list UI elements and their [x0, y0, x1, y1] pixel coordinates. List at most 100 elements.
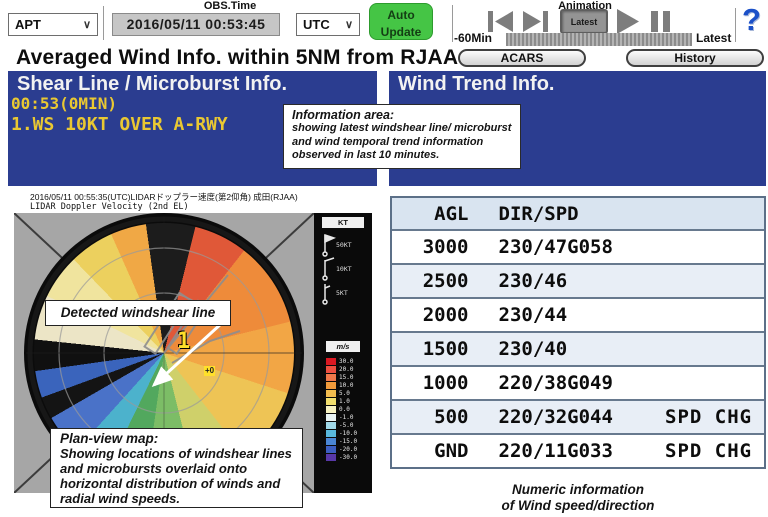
dirspd-value: 230/40 — [499, 338, 666, 360]
site-select-value: APT — [15, 17, 41, 32]
chevron-down-icon: ∨ — [83, 18, 91, 31]
lidar-caption-en: LIDAR Doppler Velocity (2nd EL) — [30, 202, 189, 212]
help-icon[interactable]: ? — [742, 2, 761, 38]
page-title: Averaged Wind Info. within 5NM from RJAA — [16, 46, 458, 70]
agl-value: GND — [392, 440, 469, 462]
barb-legend-item: 5KT — [320, 281, 370, 305]
colorbar-entry: -5.0 — [326, 421, 357, 429]
table-row: 1000 220/38G049 — [392, 365, 764, 399]
info-callout-title: Information area: — [292, 108, 512, 122]
acars-button[interactable]: ACARS — [458, 49, 586, 67]
colorbar-entry: 1.0 — [326, 397, 357, 405]
pause-icon — [651, 11, 670, 32]
planview-callout-line: and microbursts overlaid onto — [60, 461, 293, 476]
play-icon — [617, 9, 639, 34]
change-note: SPD CHG — [665, 406, 764, 428]
table-row: 3000 230/47G058 — [392, 229, 764, 263]
shear-panel-title: Shear Line / Microburst Info. — [17, 73, 287, 96]
dirspd-value: 230/46 — [499, 270, 666, 292]
dirspd-value: 220/38G049 — [499, 372, 666, 394]
table-header-row: AGL DIR/SPD — [392, 198, 764, 229]
change-note: SPD CHG — [665, 440, 764, 462]
shear-alert-text: 1.WS 10KT OVER A-RWY — [11, 114, 228, 135]
dirspd-header: DIR/SPD — [499, 203, 666, 225]
planview-callout-line: Showing locations of windshear lines — [60, 446, 293, 461]
windshear-line-marker: 1 — [177, 329, 190, 354]
barb-legend-items: 50KT10KT5KT — [320, 233, 370, 305]
windshear-callout: Detected windshear line — [45, 300, 231, 326]
obs-time-field[interactable]: 2016/05/11 00:53:45 — [112, 13, 280, 36]
colorbar-entry: 10.0 — [326, 381, 357, 389]
table-row: 2000 230/44 — [392, 297, 764, 331]
agl-value: 500 — [392, 406, 469, 428]
colorbar-entry: -10.0 — [326, 429, 357, 437]
planview-callout: Plan-view map: Showing locations of wind… — [50, 428, 303, 508]
table-caption-line: of Wind speed/direction — [390, 498, 766, 514]
wind-trend-table: AGL DIR/SPD 3000 230/47G058 2500 230/46 … — [390, 196, 766, 469]
auto-update-button[interactable]: Auto Update — [369, 3, 433, 40]
wind-barb-icon — [320, 233, 336, 257]
lidar-planview-image: 2016/05/11 00:55:35(UTC)LIDARドップラー速度(第2仰… — [8, 188, 372, 510]
skip-back-icon — [488, 11, 513, 32]
agl-header: AGL — [392, 203, 469, 225]
colorbar-entry: 0.0 — [326, 405, 357, 413]
toolbar-divider — [735, 8, 736, 42]
planview-callout-line: radial wind speeds. — [60, 491, 293, 506]
colorbar-entry: -20.0 — [326, 445, 357, 453]
colorbar-entry: 20.0 — [326, 365, 357, 373]
microburst-marker: +0 — [204, 366, 215, 376]
info-callout-line: showing latest windshear line/ microburs… — [292, 122, 512, 136]
colorbar-entry: -1.0 — [326, 413, 357, 421]
wind-barb-icon — [320, 257, 336, 281]
info-callout-line: observed in last 10 minutes. — [292, 149, 512, 163]
dirspd-value: 220/32G044 — [499, 406, 666, 428]
planview-callout-line: horizontal distribution of winds and — [60, 476, 293, 491]
plot-legend-column: KT 50KT10KT5KT m/s 30.020.015.010.05.01.… — [314, 213, 372, 493]
agl-value: 1000 — [392, 372, 469, 394]
info-callout-line: and wind temporal trend information — [292, 136, 512, 150]
colorbar-entry: 5.0 — [326, 389, 357, 397]
planview-callout-title: Plan-view map: — [60, 431, 293, 446]
skip-to-end-button[interactable] — [523, 11, 548, 35]
barb-legend-title: KT — [322, 217, 364, 228]
dirspd-value: 220/11G033 — [499, 440, 666, 462]
colorbar-entry: 30.0 — [326, 357, 357, 365]
colorbar-entry: -15.0 — [326, 437, 357, 445]
animation-time-slider[interactable] — [506, 33, 692, 46]
trend-panel-title: Wind Trend Info. — [398, 73, 554, 96]
table-caption-line: Numeric information — [390, 482, 766, 498]
agl-value: 2000 — [392, 304, 469, 326]
skip-forward-icon — [523, 11, 548, 32]
wind-barb-icon — [320, 281, 336, 305]
colorbar: 30.020.015.010.05.01.00.0-1.0-5.0-10.0-1… — [326, 357, 357, 461]
table-row: 500 220/32G044 SPD CHG — [392, 399, 764, 433]
dirspd-value: 230/44 — [499, 304, 666, 326]
toolbar-divider — [452, 5, 453, 42]
colorbar-entry: 15.0 — [326, 373, 357, 381]
history-button[interactable]: History — [626, 49, 764, 67]
information-area-callout: Information area: showing latest windshe… — [283, 104, 521, 169]
timezone-select-value: UTC — [303, 17, 330, 32]
shear-obs-time: 00:53(0MIN) — [11, 94, 117, 113]
site-select[interactable]: APT ∨ — [8, 13, 98, 36]
barb-legend-item: 50KT — [320, 233, 370, 257]
table-row: GND 220/11G033 SPD CHG — [392, 433, 764, 467]
colorbar-entry: -30.0 — [326, 453, 357, 461]
wind-info-app: APT ∨ OBS.Time 2016/05/11 00:53:45 UTC ∨… — [0, 0, 768, 517]
table-row: 1500 230/40 — [392, 331, 764, 365]
slider-start-label: -60Min — [454, 31, 492, 45]
pause-button[interactable] — [651, 11, 670, 35]
colorbar-unit: m/s — [326, 341, 360, 352]
timezone-select[interactable]: UTC ∨ — [296, 13, 360, 36]
agl-value: 3000 — [392, 236, 469, 258]
agl-value: 1500 — [392, 338, 469, 360]
table-caption: Numeric information of Wind speed/direct… — [390, 482, 766, 514]
barb-legend-item: 10KT — [320, 257, 370, 281]
agl-value: 2500 — [392, 270, 469, 292]
chevron-down-icon: ∨ — [345, 18, 353, 31]
table-row: 2500 230/46 — [392, 263, 764, 297]
slider-end-label: Latest — [696, 31, 731, 45]
latest-frame-button[interactable]: Latest — [560, 9, 608, 34]
toolbar-divider — [103, 6, 104, 40]
dirspd-value: 230/47G058 — [499, 236, 666, 258]
